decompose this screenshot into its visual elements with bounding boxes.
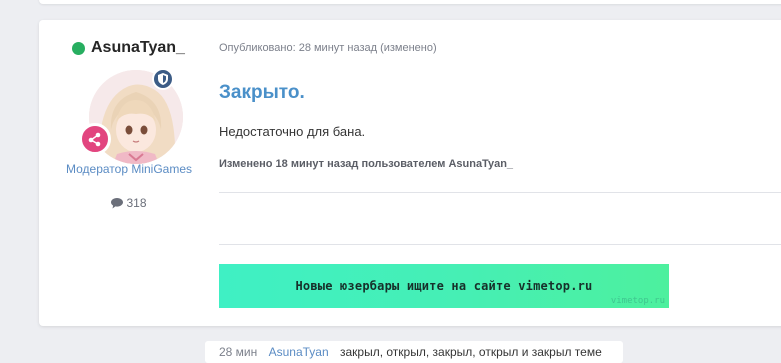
- post-body: Недостаточно для бана.: [219, 124, 366, 139]
- divider: [219, 192, 781, 193]
- post-card: AsunaTyan_ Модератор MiniGames 318 Опубл…: [39, 20, 781, 326]
- post-meta[interactable]: Опубликовано: 28 минут назад (изменено): [219, 42, 437, 54]
- moderator-badge[interactable]: [152, 68, 174, 90]
- activity-user-link[interactable]: AsunaTyan: [269, 345, 329, 359]
- userbar-text: Новые юзербары ищите на сайте vimetop.ru: [295, 279, 593, 293]
- activity-time: 28 мин: [219, 345, 258, 359]
- author-group-title[interactable]: Модератор MiniGames: [39, 162, 219, 176]
- author-panel: AsunaTyan_ Модератор MiniGames 318: [39, 20, 209, 320]
- signature-divider: [219, 244, 781, 245]
- author-name-row: AsunaTyan_: [72, 39, 185, 57]
- comment-icon: [111, 197, 124, 208]
- online-status-icon: [72, 41, 85, 55]
- userbar-watermark: vimetop.ru: [610, 296, 665, 306]
- share-nodes-icon: [88, 132, 101, 147]
- activity-event: 28 мин AsunaTyan закрыл, открыл, закрыл,…: [205, 341, 623, 363]
- author-name[interactable]: AsunaTyan_: [91, 39, 185, 57]
- shield-icon: [158, 73, 168, 85]
- userbar-banner[interactable]: Новые юзербары ищите на сайте vimetop.ru…: [219, 264, 669, 308]
- post-content: Опубликовано: 28 минут назад (изменено) …: [219, 20, 781, 326]
- post-count-value: 318: [126, 196, 147, 210]
- previous-post-card: [39, 0, 781, 4]
- activity-action: закрыл, открыл, закрыл, открыл и закрыл …: [340, 345, 602, 359]
- post-count: 318: [39, 196, 219, 210]
- post-heading: Закрыто.: [219, 82, 305, 103]
- edit-note: Изменено 18 минут назад пользователем As…: [219, 158, 514, 170]
- group-badge[interactable]: [79, 123, 111, 155]
